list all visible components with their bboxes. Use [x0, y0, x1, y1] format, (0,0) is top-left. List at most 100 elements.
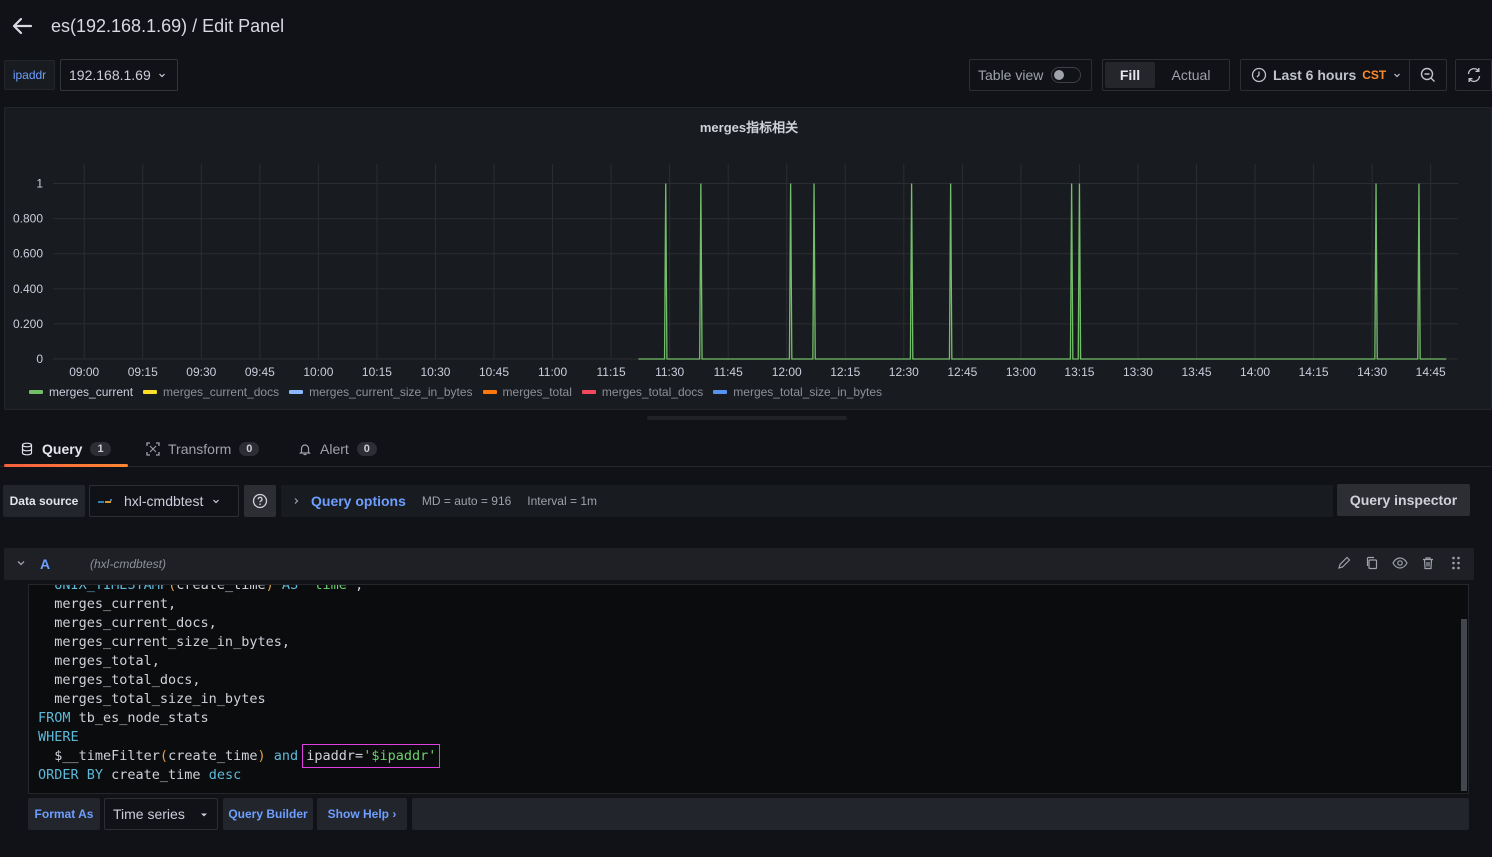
timezone-label: CST	[1362, 68, 1387, 82]
fill-button[interactable]: Fill	[1105, 62, 1155, 88]
x-tick-label: 14:15	[1299, 365, 1329, 379]
x-tick-label: 14:30	[1357, 365, 1387, 379]
time-range-button[interactable]: Last 6 hours CST	[1241, 60, 1411, 90]
x-tick-label: 14:00	[1240, 365, 1270, 379]
zoom-out-button[interactable]	[1410, 60, 1446, 90]
y-tick-label: 0	[36, 352, 43, 366]
x-tick-label: 11:00	[538, 365, 567, 379]
toggle-visibility-button[interactable]	[1392, 555, 1408, 571]
legend-label: merges_total_size_in_bytes	[733, 385, 883, 399]
x-tick-label: 11:30	[655, 365, 684, 379]
back-button[interactable]	[8, 12, 36, 40]
interval: Interval = 1m	[527, 494, 597, 508]
legend-item[interactable]: merges_total_docs	[581, 385, 704, 399]
query-inspector-button[interactable]: Query inspector	[1337, 484, 1470, 516]
format-as-label: Format As	[28, 798, 100, 830]
variable-label: ipaddr	[4, 60, 55, 90]
legend-label: merges_total_docs	[601, 385, 704, 399]
legend-item[interactable]: merges_current	[29, 385, 133, 399]
sql-keyword: FROM	[38, 710, 71, 726]
x-tick-label: 10:45	[479, 365, 509, 379]
trash-icon	[1423, 557, 1433, 570]
datasource-label: Data source	[3, 485, 85, 517]
sql-line: ORDER BY create_time desc	[38, 767, 242, 783]
query-builder-button[interactable]: Query Builder	[223, 798, 313, 830]
sql-line: merges_total,	[38, 653, 160, 669]
x-tick-label: 14:45	[1416, 365, 1446, 379]
sql-code[interactable]: UNIX_TIMESTAMP(create_time) AS "time", m…	[38, 585, 441, 785]
drag-dots-icon	[1452, 556, 1460, 570]
caret-down-icon	[201, 813, 207, 817]
tab-transform[interactable]: Transform 0	[130, 432, 275, 466]
editor-scrollbar[interactable]	[1461, 619, 1467, 791]
sql-line: merges_current_docs,	[38, 615, 217, 631]
datasource-help-button[interactable]	[244, 485, 276, 517]
legend-item[interactable]: merges_total_size_in_bytes	[713, 385, 882, 399]
chevron-down-icon	[1394, 73, 1401, 78]
format-as-value: Time series	[113, 806, 185, 822]
legend-label: merges_total	[502, 385, 572, 399]
toggle-switch[interactable]	[1051, 67, 1082, 83]
transform-icon	[146, 442, 160, 456]
legend-swatch	[143, 390, 158, 394]
x-tick-label: 10:00	[303, 365, 333, 379]
drag-handle[interactable]	[1448, 555, 1464, 571]
datasource-picker[interactable]: hxl-cmdbtest	[89, 485, 239, 517]
show-help-button[interactable]: Show Help ›	[317, 798, 407, 830]
paren: (	[159, 748, 169, 764]
x-tick-label: 13:45	[1181, 365, 1211, 379]
query-options[interactable]: Query options MD = auto = 916 Interval =…	[281, 485, 1333, 517]
refresh-icon	[1467, 67, 1480, 83]
sql-line: FROM tb_es_node_stats	[38, 710, 209, 726]
chevron-down-icon	[213, 499, 220, 504]
y-tick-label: 0.800	[13, 212, 43, 226]
refresh-button[interactable]	[1455, 59, 1492, 91]
sql-keyword: desc	[208, 767, 242, 783]
actual-button[interactable]: Actual	[1155, 62, 1227, 88]
delete-button[interactable]	[1420, 555, 1436, 571]
tab-query[interactable]: Query 1	[4, 432, 128, 467]
query-footer-toolbar: Format As Time series Query Builder Show…	[28, 798, 1469, 830]
legend-swatch	[482, 390, 497, 394]
highlighted-condition: ipaddr='$ipaddr'	[302, 744, 441, 768]
legend-item[interactable]: merges_total	[482, 385, 572, 399]
eye-icon	[1392, 557, 1408, 569]
legend-label: merges_current_docs	[163, 385, 280, 399]
arrow-left-icon	[12, 17, 33, 35]
query-ref-id[interactable]: A	[40, 556, 50, 572]
x-tick-label: 13:15	[1064, 365, 1094, 379]
tab-alert[interactable]: Alert 0	[282, 432, 393, 466]
sql-line: merges_current,	[38, 596, 177, 612]
bell-icon	[299, 444, 311, 456]
x-tick-label: 10:30	[420, 365, 450, 379]
time-range-label: Last 6 hours	[1273, 67, 1357, 83]
variable-select[interactable]: 192.168.1.69	[60, 59, 178, 91]
page-title: es(192.168.1.69) / Edit Panel	[51, 16, 285, 36]
sql-string: '$ipaddr'	[363, 748, 437, 764]
legend-swatch	[713, 390, 728, 394]
max-data-points: MD = auto = 916	[421, 494, 512, 508]
legend-swatch	[289, 390, 304, 394]
format-as-select[interactable]: Time series	[104, 798, 218, 830]
pencil-icon	[1338, 556, 1351, 569]
edit-button[interactable]	[1336, 555, 1352, 571]
datasource-logo-icon	[98, 499, 112, 503]
legend-item[interactable]: merges_current_size_in_bytes	[289, 385, 473, 399]
x-tick-label: 09:00	[69, 365, 99, 379]
query-options-label[interactable]: Query options	[311, 493, 406, 509]
duplicate-button[interactable]	[1364, 555, 1380, 571]
chevron-right-icon	[294, 498, 299, 504]
x-tick-label: 09:45	[245, 365, 275, 379]
x-tick-label: 12:00	[772, 365, 802, 379]
graph-panel: 0 0.200 0.400 0.600 0.800 1 09:00 09:15 09:30 09:…	[4, 107, 1492, 410]
sql-editor[interactable]: UNIX_TIMESTAMP(create_time) AS "time", m…	[28, 584, 1469, 794]
top-bar: es(192.168.1.69) / Edit Panel	[0, 0, 1492, 56]
panel-resize-handle[interactable]	[647, 416, 847, 420]
collapse-chevron-icon[interactable]	[14, 556, 28, 570]
sql-line: UNIX_TIMESTAMP(create_time) AS "time",	[38, 585, 436, 595]
x-tick-label: 12:15	[830, 365, 860, 379]
table-view-toggle[interactable]: Table view	[969, 59, 1092, 91]
footer-filler	[412, 798, 1469, 830]
legend-item[interactable]: merges_current_docs	[143, 385, 279, 399]
sql-line: merges_current_size_in_bytes,	[38, 634, 290, 650]
